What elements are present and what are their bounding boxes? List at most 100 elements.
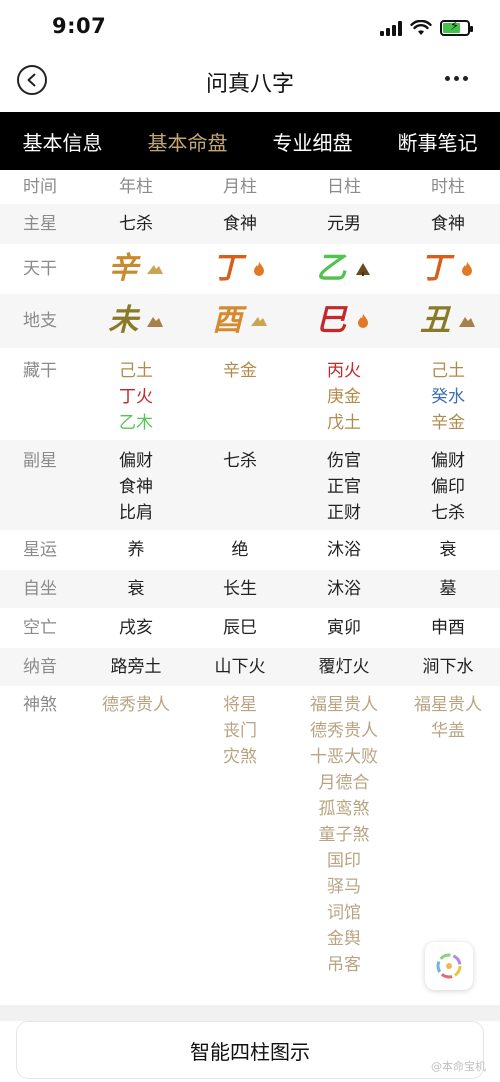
table-cell: 辛	[84, 254, 188, 284]
status-bar: 9:07 ⚡	[0, 0, 500, 56]
tab-basic-info[interactable]: 基本信息	[0, 127, 125, 156]
shensha-item: 驿马	[327, 877, 361, 897]
table-cell: 乙	[292, 251, 396, 286]
table-cell: 巳	[292, 303, 396, 338]
cellular-signal-icon	[380, 20, 402, 36]
table-cell: 元男	[327, 214, 361, 234]
shensha-item: 德秀贵人	[310, 721, 378, 741]
table-cell: 偏财 偏印 七杀	[396, 448, 500, 530]
table-cell: 衰	[127, 579, 145, 599]
row-label: 副星	[23, 451, 57, 471]
status-icons: ⚡	[380, 18, 473, 38]
table-row-main-star: 主星 七杀 食神 元男 食神	[0, 204, 500, 244]
bazi-table: 时间 年柱 月柱 日柱 时柱 主星 七杀 食神 元男 食神 天干 辛 丁 乙 丁	[0, 170, 500, 986]
table-cell: 衰	[439, 540, 457, 560]
row-label: 空亡	[23, 618, 57, 638]
tab-bar: 基本信息 基本命盘 专业细盘 断事笔记	[0, 112, 500, 170]
branch-glyph: 巳	[316, 303, 347, 338]
wood-icon	[355, 263, 370, 276]
col-header-hour: 时柱	[431, 177, 465, 197]
more-dot-icon	[445, 76, 450, 81]
secondary-star: 食神	[119, 477, 153, 497]
table-cell: 将星 丧门 灾煞	[188, 692, 292, 986]
shensha-item: 福星贵人	[414, 695, 482, 715]
table-cell: 辛金	[188, 358, 292, 440]
table-row-heavenly-stem: 天干 辛 丁 乙 丁	[0, 244, 500, 294]
four-pillars-diagram-button[interactable]: 智能四柱图示	[16, 1021, 484, 1079]
more-dot-icon	[454, 76, 459, 81]
table-cell: 丑	[396, 303, 500, 338]
tab-basic-chart[interactable]: 基本命盘	[125, 127, 250, 156]
shensha-item: 孤鸾煞	[318, 799, 370, 819]
wifi-icon	[410, 20, 432, 35]
secondary-star: 七杀	[223, 451, 257, 471]
section-divider	[0, 1005, 500, 1021]
secondary-star: 比肩	[119, 503, 153, 523]
secondary-star: 偏财	[119, 451, 153, 471]
shensha-item: 金舆	[327, 929, 361, 949]
tab-notes[interactable]: 断事笔记	[375, 127, 500, 156]
row-label: 神煞	[23, 695, 57, 715]
hidden-stem: 辛金	[223, 361, 257, 381]
page-title: 问真八字	[205, 72, 294, 97]
table-row-void: 空亡 戌亥 辰巳 寅卯 申酉	[0, 608, 500, 648]
table-cell: 养	[127, 540, 145, 560]
shensha-item: 华盖	[431, 721, 465, 741]
row-label: 自坐	[23, 579, 57, 599]
table-cell: 丁	[188, 251, 292, 286]
table-cell: 戌亥	[119, 618, 153, 638]
metal-icon	[146, 265, 163, 274]
table-cell: 路旁土	[110, 657, 162, 677]
table-cell: 七杀	[119, 214, 153, 234]
table-cell: 寅卯	[327, 618, 361, 638]
table-cell: 墓	[439, 579, 457, 599]
table-cell: 七杀	[188, 448, 292, 530]
table-cell: 伤官 正官 正财	[292, 448, 396, 530]
table-cell: 未	[84, 303, 188, 338]
table-row-self-seat: 自坐 衰 长生 沐浴 墓	[0, 570, 500, 608]
table-cell: 长生	[223, 579, 257, 599]
col-header-day: 日柱	[327, 177, 361, 197]
table-cell: 德秀贵人	[84, 692, 188, 986]
shensha-item: 德秀贵人	[102, 695, 170, 715]
col-header-month: 月柱	[223, 177, 257, 197]
tab-professional-chart[interactable]: 专业细盘	[250, 127, 375, 156]
table-cell: 涧下水	[422, 657, 474, 677]
watermark: @本命宝机	[431, 1060, 486, 1073]
table-cell: 食神	[223, 214, 257, 234]
status-time: 9:07	[52, 14, 107, 38]
branch-glyph: 酉	[212, 303, 243, 338]
stem-glyph: 丁	[212, 251, 243, 286]
shensha-item: 将星	[223, 695, 257, 715]
fire-icon	[253, 262, 264, 276]
stem-glyph: 乙	[316, 251, 347, 286]
secondary-star: 正财	[327, 503, 361, 523]
table-row-secondary-stars: 副星 偏财 食神 比肩 七杀 伤官 正官 正财 偏财 偏印 七杀	[0, 440, 500, 530]
shensha-item: 灾煞	[223, 747, 257, 767]
table-header-row: 时间 年柱 月柱 日柱 时柱	[0, 170, 500, 204]
row-label: 主星	[23, 214, 57, 234]
hidden-stem: 丁火	[119, 387, 153, 407]
hidden-stem: 庚金	[327, 387, 361, 407]
more-options-button[interactable]	[445, 76, 468, 81]
table-cell: 己土 丁火 乙木	[84, 358, 188, 440]
hidden-stem: 己土	[431, 361, 465, 381]
secondary-star: 七杀	[431, 503, 465, 523]
table-cell: 丙火 庚金 戊土	[292, 358, 396, 440]
table-cell: 食神	[431, 214, 465, 234]
more-dot-icon	[463, 76, 468, 81]
branch-glyph: 未	[108, 303, 139, 338]
secondary-star: 偏财	[431, 451, 465, 471]
hidden-stem: 丙火	[327, 361, 361, 381]
fire-icon	[357, 314, 368, 328]
branch-glyph: 丑	[420, 303, 451, 338]
floating-color-wheel-button[interactable]	[425, 942, 473, 990]
table-cell: 偏财 食神 比肩	[84, 448, 188, 530]
secondary-star: 伤官	[327, 451, 361, 471]
row-label: 地支	[23, 311, 57, 331]
table-row-nayin: 纳音 路旁土 山下火 覆灯火 涧下水	[0, 648, 500, 686]
battery-charging-icon: ⚡	[440, 19, 473, 36]
hidden-stem: 戊土	[327, 413, 361, 433]
shensha-item: 丧门	[223, 721, 257, 741]
shensha-item: 十恶大败	[310, 747, 378, 767]
